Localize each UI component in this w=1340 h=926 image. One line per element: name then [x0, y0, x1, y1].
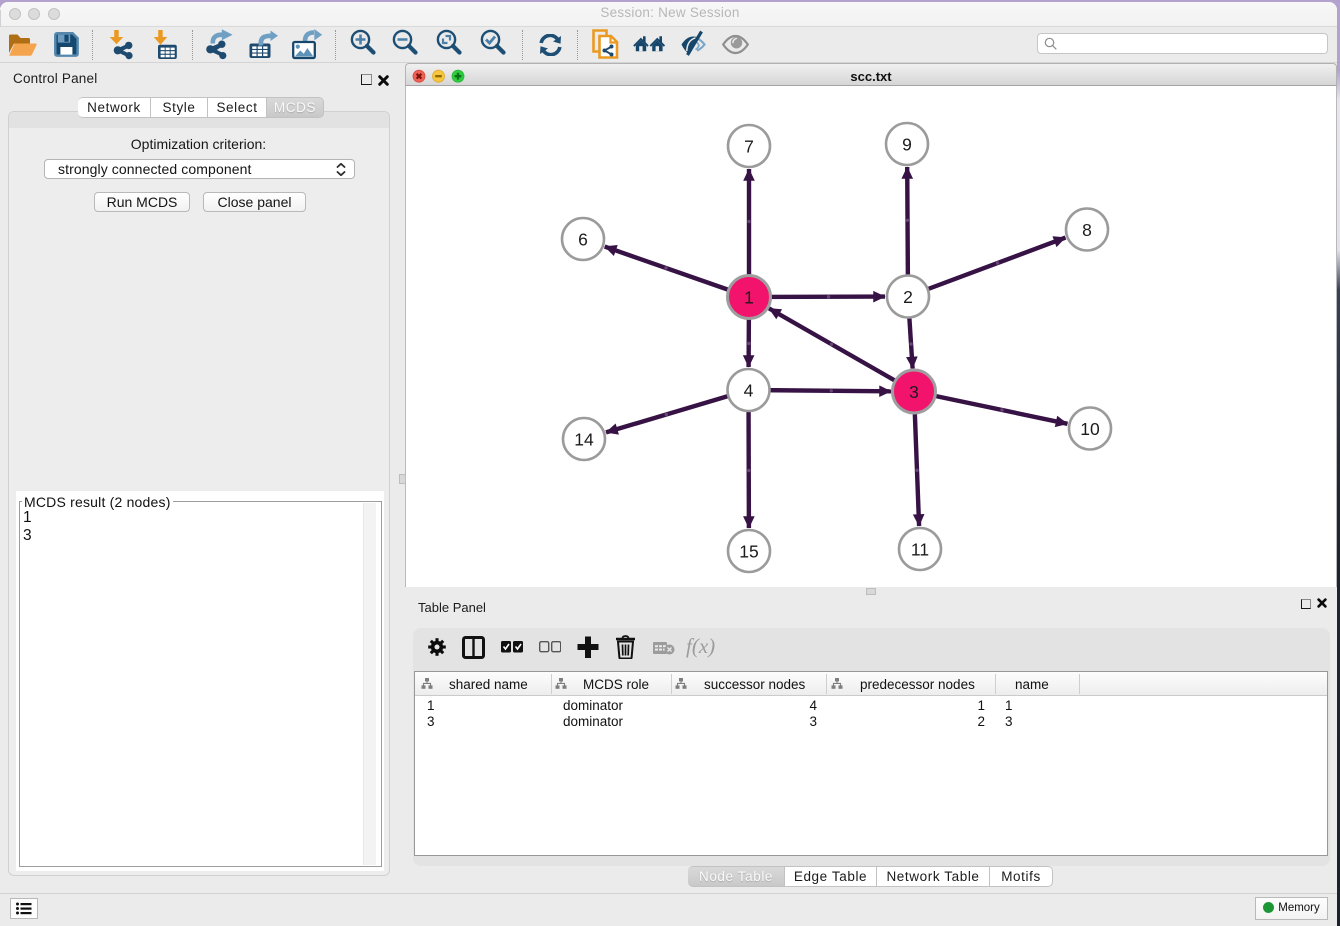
svg-text:1: 1 [744, 288, 754, 308]
svg-text:3: 3 [909, 382, 919, 402]
svg-text:4: 4 [744, 381, 754, 401]
svg-text:10: 10 [1080, 419, 1100, 439]
svg-text:14: 14 [574, 430, 594, 450]
svg-text:11: 11 [911, 540, 929, 560]
svg-text:7: 7 [744, 137, 754, 157]
svg-text:2: 2 [903, 287, 913, 307]
svg-text:15: 15 [739, 542, 758, 562]
svg-text:6: 6 [578, 230, 588, 250]
svg-text:8: 8 [1082, 220, 1092, 240]
svg-text:9: 9 [902, 135, 912, 155]
